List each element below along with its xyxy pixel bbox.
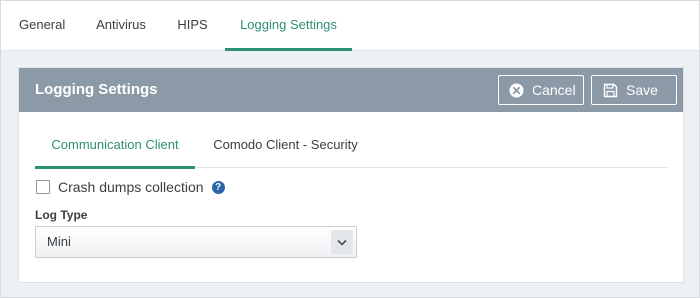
logging-settings-panel: Logging Settings Cancel Save Communicati… [18,67,684,283]
panel-title: Logging Settings [35,81,158,98]
tab-communication-client[interactable]: Communication Client [35,124,195,169]
log-type-value: Mini [47,234,71,249]
floppy-disk-icon [603,83,618,98]
chevron-down-icon [331,230,353,254]
crash-dumps-checkbox[interactable] [36,180,50,194]
inner-tab-bar: Communication Client Comodo Client - Sec… [35,124,668,169]
save-label: Save [626,82,658,98]
cancel-button[interactable]: Cancel [498,75,584,105]
app-frame: General Antivirus HIPS Logging Settings … [0,0,700,298]
top-tab-bar: General Antivirus HIPS Logging Settings [1,1,699,51]
crash-dumps-row: Crash dumps collection ? [36,179,225,195]
save-button[interactable]: Save [591,75,677,105]
log-type-label: Log Type [35,208,88,222]
tab-general[interactable]: General [19,1,65,51]
tab-comodo-client-security[interactable]: Comodo Client - Security [213,124,358,168]
cancel-label: Cancel [532,82,576,98]
tab-hips[interactable]: HIPS [177,1,208,51]
crash-dumps-label: Crash dumps collection [58,179,204,195]
panel-header: Logging Settings Cancel Save [19,68,683,112]
log-type-select[interactable]: Mini [35,226,357,258]
question-circle-icon[interactable]: ? [211,180,225,194]
tab-antivirus[interactable]: Antivirus [95,1,147,51]
close-circle-icon [509,83,524,98]
tab-logging-settings[interactable]: Logging Settings [225,1,352,51]
